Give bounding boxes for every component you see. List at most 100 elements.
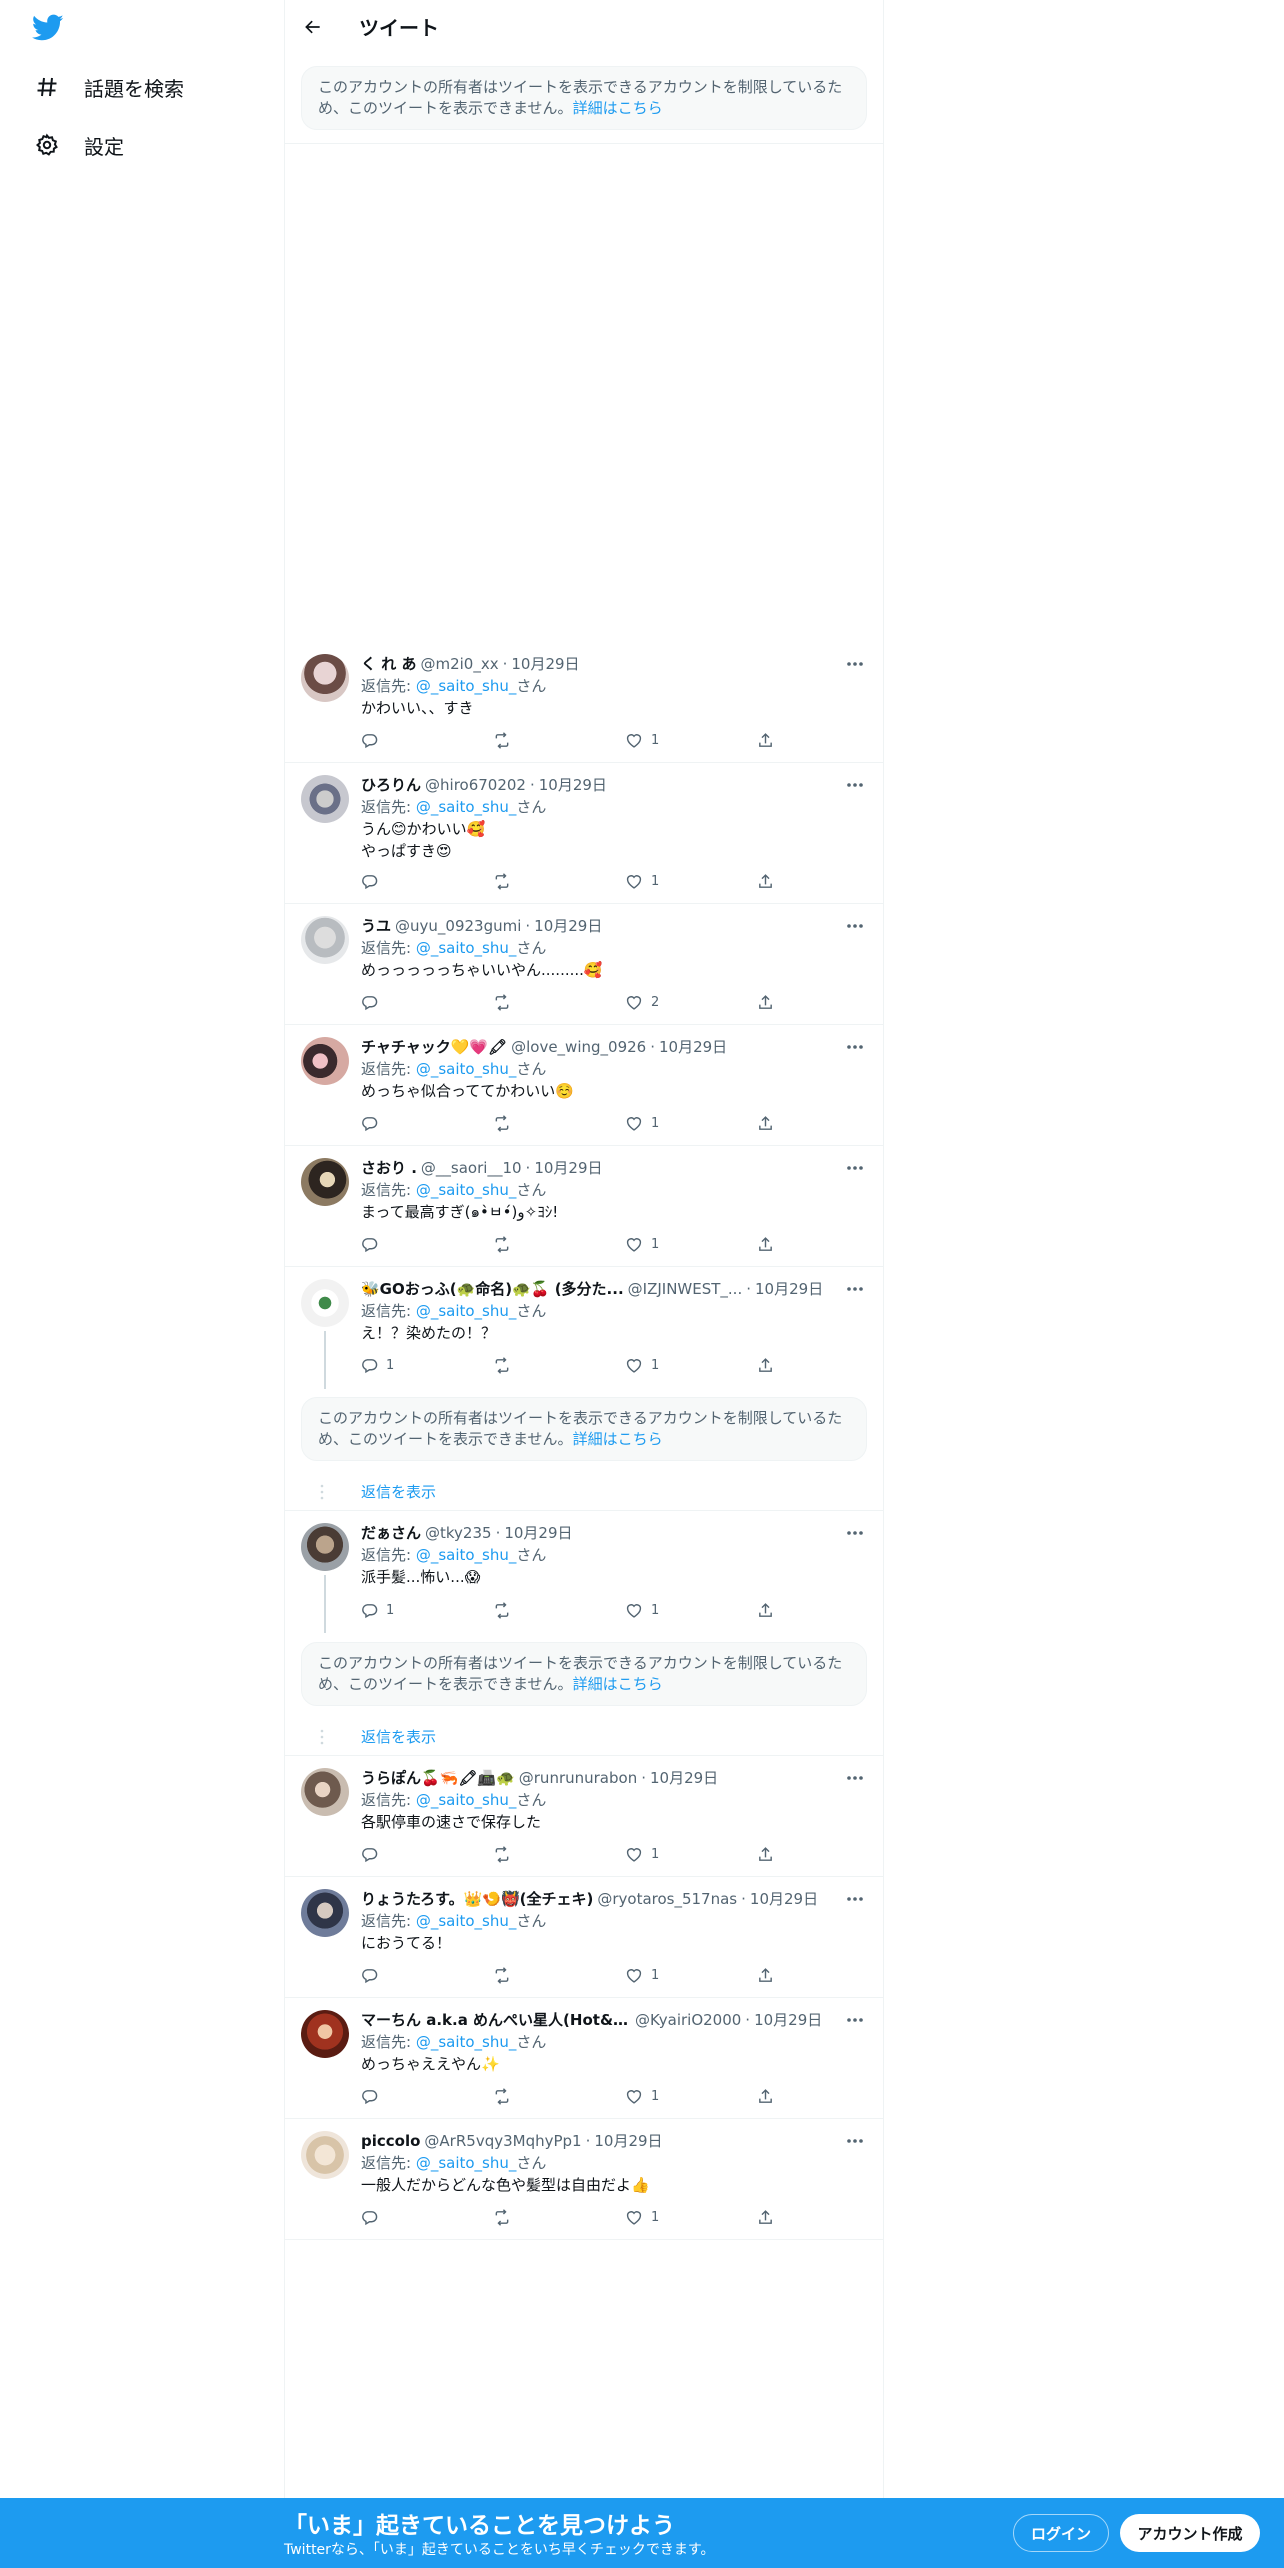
like-button[interactable]: 1 (625, 1354, 757, 1376)
like-button[interactable]: 1 (625, 2085, 757, 2107)
sidebar-item-explore[interactable]: 話題を検索 (32, 67, 184, 107)
share-button[interactable] (757, 729, 801, 751)
tweet-author-name[interactable]: く れ あ (361, 653, 416, 675)
sidebar-item-settings[interactable]: 設定 (32, 125, 124, 165)
tweet-author-name[interactable]: だぁさん (361, 1522, 421, 1544)
tweet-date[interactable]: 10月29日 (594, 2130, 662, 2152)
more-options-icon[interactable] (841, 1767, 869, 1789)
tweet-date[interactable]: 10月29日 (650, 1767, 718, 1789)
reply-button[interactable]: 1 (361, 1599, 493, 1621)
avatar[interactable] (301, 916, 349, 964)
retweet-button[interactable] (493, 1599, 625, 1621)
tweet[interactable]: piccolo @ArR5vqy3MqhyPp1 · 10月29日 返信先: @_sa… (285, 2119, 883, 2240)
share-button[interactable] (757, 870, 801, 892)
tweet-author-handle[interactable]: @__saori__10 (421, 1157, 522, 1179)
reply-button[interactable]: 1 (361, 1354, 493, 1376)
like-button[interactable]: 1 (625, 729, 757, 751)
avatar[interactable] (301, 1158, 349, 1206)
show-replies-link[interactable]: 返信を表示 (361, 1481, 436, 1502)
avatar[interactable] (301, 1037, 349, 1085)
tweet-date[interactable]: 10月29日 (539, 774, 607, 796)
avatar[interactable] (301, 1889, 349, 1937)
tweet-author-handle[interactable]: @uyu_0923gumi (395, 915, 521, 937)
reply-button[interactable] (361, 2206, 493, 2228)
reply-to-link[interactable]: @_saito_shu_ (416, 1302, 517, 1320)
more-options-icon[interactable] (841, 1157, 869, 1179)
avatar[interactable] (301, 654, 349, 702)
like-button[interactable]: 1 (625, 2206, 757, 2228)
tweet-date[interactable]: 10月29日 (755, 1278, 823, 1300)
reply-button[interactable] (361, 1843, 493, 1865)
reply-to-link[interactable]: @_saito_shu_ (416, 1791, 517, 1809)
avatar[interactable] (301, 775, 349, 823)
reply-to-link[interactable]: @_saito_shu_ (416, 1912, 517, 1930)
more-options-icon[interactable] (841, 1888, 869, 1910)
avatar[interactable] (301, 1523, 349, 1571)
like-button[interactable]: 1 (625, 1112, 757, 1134)
share-button[interactable] (757, 2206, 801, 2228)
tweet-author-handle[interactable]: @ArR5vqy3MqhyPp1 (424, 2130, 581, 2152)
learn-more-link[interactable]: 詳細はこちら (573, 1675, 663, 1693)
tweet-author-name[interactable]: うユ (361, 915, 391, 937)
tweet-author-name[interactable]: マーちん a.k.a めんぺい星人(Hot&Cool) (361, 2009, 631, 2031)
retweet-button[interactable] (493, 1964, 625, 1986)
learn-more-link[interactable]: 詳細はこちら (573, 99, 663, 117)
more-options-icon[interactable] (841, 2130, 869, 2152)
tweet-date[interactable]: 10月29日 (750, 1888, 818, 1910)
avatar[interactable] (301, 2010, 349, 2058)
tweet-date[interactable]: 10月29日 (534, 1157, 602, 1179)
more-options-icon[interactable] (841, 1036, 869, 1058)
tweet-author-name[interactable]: ひろりん (361, 774, 421, 796)
tweet-author-handle[interactable]: @runrunurabon (519, 1767, 637, 1789)
reply-button[interactable] (361, 729, 493, 751)
reply-to-link[interactable]: @_saito_shu_ (416, 2033, 517, 2051)
tweet[interactable]: マーちん a.k.a めんぺい星人(Hot&Cool) @KyairiO2000 ·… (285, 1998, 883, 2119)
share-button[interactable] (757, 1843, 801, 1865)
tweet[interactable]: 🐝GOおっふ(🐢命名)🐢🍒 (多分た... @IZJINWEST_... · 10月2… (285, 1267, 883, 1511)
tweet-author-handle[interactable]: @tky235 (425, 1522, 492, 1544)
tweet-author-handle[interactable]: @ryotaros_517nas (597, 1888, 737, 1910)
retweet-button[interactable] (493, 1354, 625, 1376)
tweet[interactable]: く れ あ @m2i0_xx · 10月29日 返信先: @_saito_shu_さん… (285, 642, 883, 763)
retweet-button[interactable] (493, 1112, 625, 1134)
reply-to-link[interactable]: @_saito_shu_ (416, 1060, 517, 1078)
more-options-icon[interactable] (841, 774, 869, 796)
tweet-author-handle[interactable]: @m2i0_xx (420, 653, 498, 675)
tweet-date[interactable]: 10月29日 (534, 915, 602, 937)
tweet-author-name[interactable]: りょうたろす。👑🍤👹(全チェキ) (361, 1888, 593, 1910)
reply-button[interactable] (361, 870, 493, 892)
share-button[interactable] (757, 2085, 801, 2107)
like-button[interactable]: 1 (625, 1599, 757, 1621)
tweet[interactable]: うユ @uyu_0923gumi · 10月29日 返信先: @_saito_shu_… (285, 904, 883, 1025)
tweet[interactable]: さおり . @__saori__10 · 10月29日 返信先: @_saito_sh… (285, 1146, 883, 1267)
reply-to-link[interactable]: @_saito_shu_ (416, 939, 517, 957)
more-options-icon[interactable] (841, 1522, 869, 1544)
reply-to-link[interactable]: @_saito_shu_ (416, 1181, 517, 1199)
reply-to-link[interactable]: @_saito_shu_ (416, 798, 517, 816)
tweet[interactable]: チャチャック💛💗🖍 @love_wing_0926 · 10月29日 返信先: @_s… (285, 1025, 883, 1146)
learn-more-link[interactable]: 詳細はこちら (573, 1430, 663, 1448)
more-options-icon[interactable] (841, 915, 869, 937)
share-button[interactable] (757, 1112, 801, 1134)
reply-to-link[interactable]: @_saito_shu_ (416, 2154, 517, 2172)
avatar[interactable] (301, 1768, 349, 1816)
tweet[interactable]: りょうたろす。👑🍤👹(全チェキ) @ryotaros_517nas · 10月29日 … (285, 1877, 883, 1998)
show-replies-link[interactable]: 返信を表示 (361, 1726, 436, 1747)
tweet-author-name[interactable]: さおり . (361, 1157, 417, 1179)
retweet-button[interactable] (493, 2085, 625, 2107)
reply-button[interactable] (361, 1233, 493, 1255)
more-options-icon[interactable] (841, 1278, 869, 1300)
retweet-button[interactable] (493, 729, 625, 751)
avatar[interactable] (301, 2131, 349, 2179)
tweet-author-name[interactable]: チャチャック💛💗🖍 (361, 1036, 507, 1058)
twitter-bird-icon[interactable] (31, 14, 68, 44)
tweet-author-handle[interactable]: @IZJINWEST_... (628, 1278, 743, 1300)
signup-button[interactable]: アカウント作成 (1120, 2514, 1260, 2552)
tweet-author-name[interactable]: うらぽん🍒🦐🖍📠🐢 (361, 1767, 515, 1789)
tweet-author-handle[interactable]: @hiro670202 (425, 774, 526, 796)
reply-to-link[interactable]: @_saito_shu_ (416, 677, 517, 695)
retweet-button[interactable] (493, 1233, 625, 1255)
reply-button[interactable] (361, 991, 493, 1013)
tweet-date[interactable]: 10月29日 (754, 2009, 822, 2031)
tweet-date[interactable]: 10月29日 (504, 1522, 572, 1544)
